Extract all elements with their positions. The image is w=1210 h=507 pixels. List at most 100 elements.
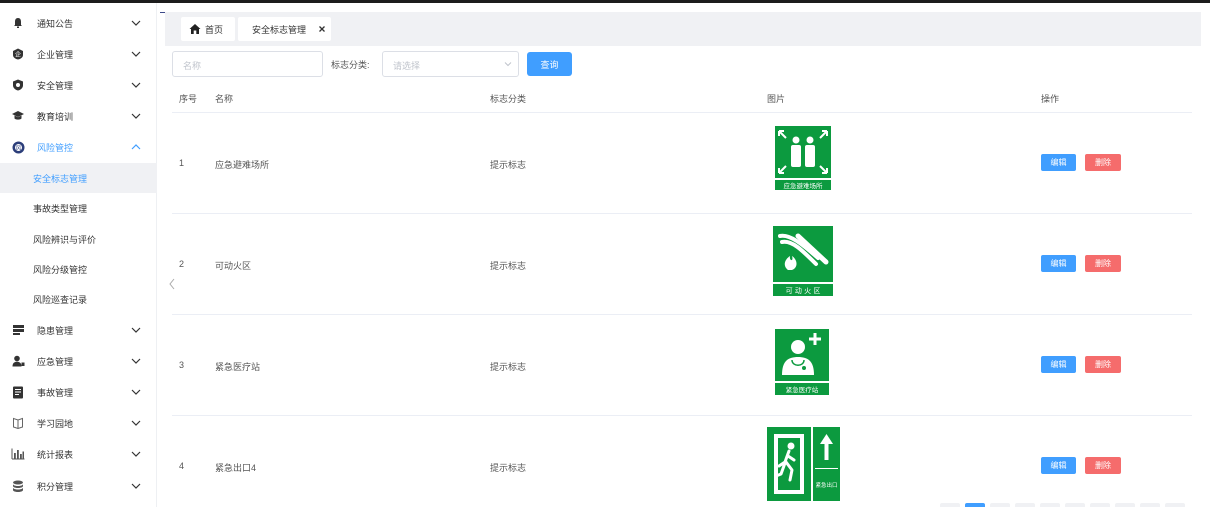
risk-badge-icon: 风 [11,140,25,154]
query-button[interactable]: 查询 [527,52,572,76]
row-index: 4 [179,461,185,471]
column-header-actions: 操作 [1041,94,1060,104]
svg-text:风: 风 [15,144,21,151]
name-placeholder: 名称 [183,61,202,71]
category-select[interactable]: 请选择 [382,51,519,77]
row-index: 3 [179,360,185,370]
row-name: 可动火区 [215,261,252,271]
sidebar-item-statistics[interactable]: 统计报表 [0,439,157,469]
enterprise-shield-icon: 企 [11,47,25,61]
hot-work-area-sign-image: 可 动 火 区 [768,222,840,302]
column-header-category: 标志分类 [490,94,527,104]
name-search-input[interactable]: 名称 [172,51,323,77]
row-name: 应急避难场所 [215,160,270,170]
sidebar-item-safety[interactable]: 安全管理 [0,70,157,100]
graduation-cap-icon [11,109,25,123]
sidebar-item-education[interactable]: 教育培训 [0,101,157,131]
pagination-item[interactable] [965,503,985,507]
assembly-point-sign-image: 应急避难场所 [770,122,836,194]
sidebar-subitem-label: 风险辨识与评价 [33,234,97,245]
sidebar-item-label: 事故管理 [37,387,74,398]
category-placeholder: 请选择 [393,61,421,71]
pagination-item[interactable] [1040,503,1060,507]
tab-home[interactable]: 首页 [181,17,235,41]
row-name: 紧急医疗站 [215,362,261,372]
row-category: 提示标志 [490,160,527,170]
edit-button[interactable]: 编辑 [1041,356,1076,373]
chevron-down-icon [131,451,141,457]
chevron-down-icon [131,389,141,395]
sign-caption: 可 动 火 区 [786,286,821,295]
stack-icon [11,323,25,337]
sidebar-item-label: 风险管控 [37,142,74,153]
chevron-down-icon [131,327,141,333]
close-icon[interactable] [317,24,327,34]
sidebar-item-accidents[interactable]: 事故管理 [0,377,157,407]
pagination-item[interactable] [1015,503,1035,507]
sidebar-subitem-risk-grading[interactable]: 风险分级管控 [0,254,157,284]
sidebar-subitem-risk-inspection[interactable]: 风险巡查记录 [0,284,157,314]
tab-home-label: 首页 [205,24,224,35]
row-index: 1 [179,158,185,168]
book-icon [11,416,25,430]
svg-text:企: 企 [15,51,21,59]
delete-button[interactable]: 删除 [1085,154,1121,171]
sidebar-subitem-accident-types[interactable]: 事故类型管理 [0,193,157,223]
sidebar-item-risk-control[interactable]: 风 风险管控 [0,132,157,162]
sidebar-item-label: 隐患管理 [37,325,74,336]
sidebar-item-emergency[interactable]: 应急管理 [0,346,157,376]
row-index: 2 [179,259,185,269]
chevron-up-icon [131,144,141,150]
chevron-down-icon [131,82,141,88]
sidebar: 通知公告 企 企业管理 安全管理 教育培训 风 风险管控 安全标志管理 事故类型… [0,3,157,507]
row-category: 提示标志 [490,463,527,473]
edit-button[interactable]: 编辑 [1041,154,1076,171]
sidebar-item-label: 学习园地 [37,418,74,429]
sign-caption: 紧急医疗站 [786,385,819,394]
sidebar-item-enterprise[interactable]: 企 企业管理 [0,39,157,69]
tab-safety-signs[interactable]: 安全标志管理 [238,17,331,41]
delete-button[interactable]: 删除 [1085,255,1121,272]
safety-shield-icon [11,78,25,92]
chevron-down-icon [131,113,141,119]
pagination-item[interactable] [940,503,960,507]
top-border [0,0,1210,3]
sidebar-item-label: 安全管理 [37,80,74,91]
sidebar-subitem-safety-signs[interactable]: 安全标志管理 [0,163,157,193]
pagination-item[interactable] [1165,503,1185,507]
chevron-down-icon [131,483,141,489]
emergency-medical-station-sign-image: 紧急医疗站 [770,325,834,399]
pagination-item[interactable] [1090,503,1110,507]
edit-button[interactable]: 编辑 [1041,457,1076,474]
bell-icon [11,16,25,30]
sidebar-subitem-label: 风险分级管控 [33,264,88,275]
bar-chart-icon [11,447,25,461]
person-icon [11,354,25,368]
row-category: 提示标志 [490,362,527,372]
pagination-item[interactable] [990,503,1010,507]
sidebar-item-label: 企业管理 [37,49,74,60]
sidebar-item-hazards[interactable]: 隐患管理 [0,315,157,345]
sidebar-item-learning[interactable]: 学习园地 [0,408,157,438]
row-divider [172,213,1192,214]
chevron-down-icon [131,51,141,57]
delete-button[interactable]: 删除 [1085,457,1121,474]
sidebar-subitem-label: 安全标志管理 [33,173,88,184]
delete-button[interactable]: 删除 [1085,356,1121,373]
row-name: 紧急出口4 [215,463,257,473]
sidebar-subitem-label: 事故类型管理 [33,203,88,214]
sidebar-item-notices[interactable]: 通知公告 [0,8,157,38]
row-divider [172,314,1192,315]
chevron-down-icon [131,358,141,364]
home-icon [189,24,201,34]
edit-button[interactable]: 编辑 [1041,255,1076,272]
pagination-item[interactable] [1140,503,1160,507]
column-header-index: 序号 [179,94,198,104]
pagination-item[interactable] [1065,503,1085,507]
sidebar-item-points[interactable]: 积分管理 [0,471,157,501]
sidebar-item-label: 教育培训 [37,111,74,122]
sign-caption: 应急避难场所 [784,181,824,190]
pagination-item[interactable] [1115,503,1135,507]
collapse-sidebar-icon[interactable] [168,278,176,290]
sidebar-subitem-risk-identification[interactable]: 风险辨识与评价 [0,224,157,254]
